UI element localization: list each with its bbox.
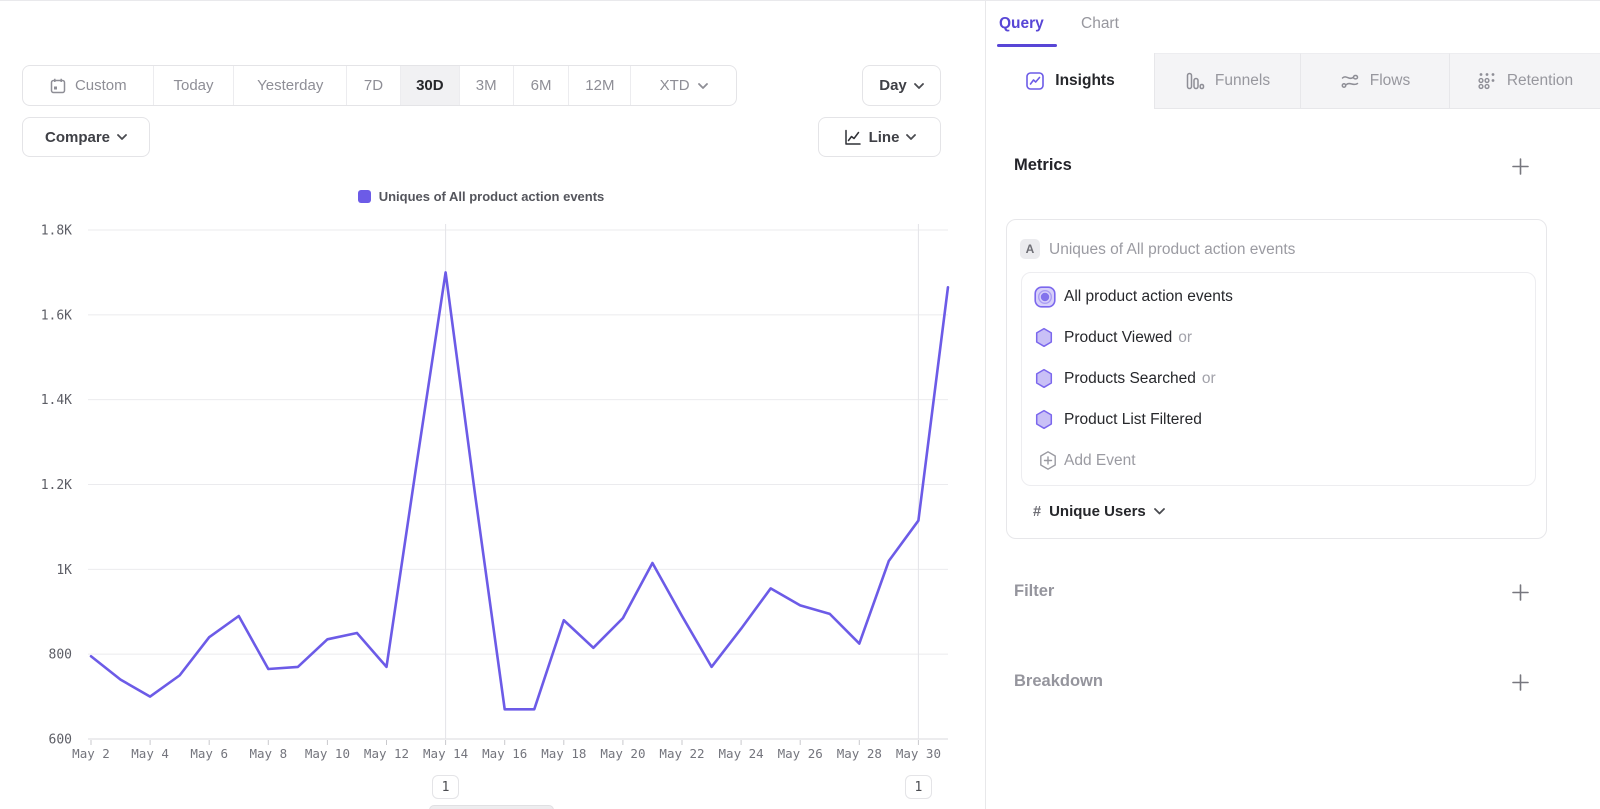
event-name: Product Viewed [1064, 329, 1172, 346]
x-axis-label: May 12 [364, 746, 409, 761]
x-axis-label: May 20 [600, 746, 645, 761]
tab-retention-label: Retention [1507, 72, 1573, 90]
line-chart[interactable]: 600 800 1K 1.2K 1.4K 1.6K 1.8K May 2 May 4 May 6 M… [0, 1, 985, 809]
tab-funnels-label: Funnels [1215, 72, 1270, 90]
breakdown-heading: Breakdown [1014, 672, 1103, 691]
filter-heading: Filter [1014, 582, 1054, 601]
x-axis-label: May 2 [72, 746, 110, 761]
event-row-product-viewed[interactable]: Product Viewed or [1022, 317, 1535, 358]
tab-chart-label: Chart [1081, 15, 1119, 32]
x-axis-label: May 26 [778, 746, 823, 761]
tab-flows[interactable]: Flows [1301, 53, 1450, 109]
tab-retention[interactable]: Retention [1450, 53, 1600, 109]
tab-chart[interactable]: Chart [1081, 15, 1119, 33]
add-breakdown-button[interactable] [1510, 672, 1530, 692]
annotation-marker[interactable]: 1 [432, 775, 459, 799]
x-axis-label: May 10 [305, 746, 350, 761]
event-name: Products Searched [1064, 370, 1196, 387]
tab-query[interactable]: Query [999, 15, 1044, 33]
y-axis-label: 1.4K [41, 393, 72, 408]
tab-query-label: Query [999, 15, 1044, 32]
query-builder-panel: Query Chart Insights Funnels [985, 1, 1600, 809]
y-axis-label: 1.2K [41, 478, 72, 493]
x-axis-label: May 24 [719, 746, 764, 761]
event-row-all-product-action-events[interactable]: All product action events [1022, 276, 1535, 317]
add-filter-button[interactable] [1510, 582, 1530, 602]
y-axis-label: 600 [49, 733, 72, 748]
chevron-down-icon [1154, 508, 1165, 515]
add-event-label: Add Event [1064, 452, 1136, 470]
add-metric-button[interactable] [1510, 156, 1530, 176]
y-axis-label: 1.6K [41, 308, 72, 323]
event-row-product-list-filtered[interactable]: Product List Filtered [1022, 399, 1535, 440]
x-axis-label: May 4 [131, 746, 169, 761]
x-axis-label: May 14 [423, 746, 468, 761]
aggregation-label: Unique Users [1049, 503, 1146, 520]
hexagon-icon [1034, 327, 1054, 348]
x-axis-label: May 28 [837, 746, 882, 761]
active-tab-underline [997, 44, 1057, 47]
add-event-icon [1038, 450, 1058, 471]
event-row-products-searched[interactable]: Products Searched or [1022, 358, 1535, 399]
cropped-tooltip [429, 805, 554, 809]
retention-icon [1477, 71, 1497, 91]
insights-icon [1025, 71, 1045, 91]
tab-insights[interactable]: Insights [986, 53, 1155, 109]
metrics-heading: Metrics [1014, 156, 1072, 175]
event-group-icon [1034, 286, 1056, 308]
event-label: Products Searched or [1064, 370, 1216, 388]
metric-series-badge: A [1020, 239, 1040, 259]
event-or-suffix: or [1178, 329, 1192, 346]
hexagon-icon [1034, 368, 1054, 389]
x-axis-label: May 8 [249, 746, 287, 761]
metric-card: A Uniques of All product action events A… [1006, 219, 1547, 539]
tab-funnels[interactable]: Funnels [1155, 53, 1301, 109]
metric-series-label: Uniques of All product action events [1049, 241, 1295, 259]
tab-insights-label: Insights [1055, 72, 1114, 90]
tab-flows-label: Flows [1370, 72, 1410, 90]
event-group: All product action events Product Viewed… [1021, 272, 1536, 486]
event-label: Product List Filtered [1064, 411, 1202, 429]
x-axis-label: May 18 [541, 746, 586, 761]
x-axis-label: May 6 [190, 746, 228, 761]
x-axis-label: May 30 [896, 746, 941, 761]
annotation-marker[interactable]: 1 [905, 775, 932, 799]
event-label: All product action events [1064, 288, 1233, 306]
y-axis-label: 1K [56, 563, 72, 578]
flows-icon [1340, 71, 1360, 91]
hexagon-icon [1034, 409, 1054, 430]
x-axis-label: May 22 [659, 746, 704, 761]
add-event-button[interactable]: Add Event [1022, 440, 1535, 481]
funnels-icon [1185, 71, 1205, 91]
event-label: Product Viewed or [1064, 329, 1192, 347]
y-axis-label: 1.8K [41, 224, 72, 239]
event-or-suffix: or [1202, 370, 1216, 387]
series-line[interactable] [91, 272, 948, 709]
x-axis-label: May 16 [482, 746, 527, 761]
hash-icon: # [1033, 504, 1041, 520]
y-axis-label: 800 [49, 648, 72, 663]
aggregation-dropdown[interactable]: # Unique Users [1033, 503, 1165, 520]
